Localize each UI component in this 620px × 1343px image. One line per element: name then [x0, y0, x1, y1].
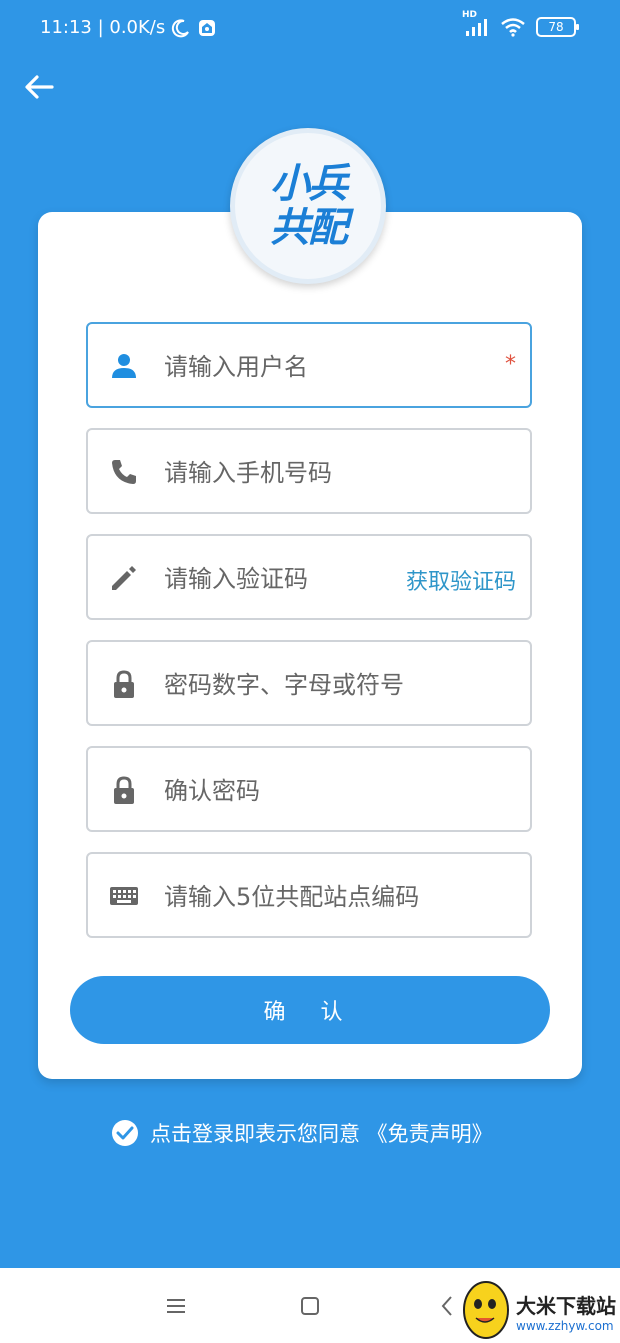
watermark: 大米下载站 www.zzhyw.com — [456, 1272, 620, 1343]
logo-line-1: 小兵 — [270, 161, 348, 207]
watermark-url: www.zzhyw.com — [516, 1319, 614, 1333]
required-mark: * — [505, 352, 516, 377]
phone-field[interactable] — [86, 428, 532, 514]
get-code-button[interactable]: 获取验证码 — [406, 564, 516, 596]
keyboard-icon — [110, 887, 138, 905]
status-time: 11:13 | 0.0K/s — [40, 17, 166, 38]
confirm-password-input[interactable] — [162, 768, 466, 814]
station-code-field[interactable] — [86, 852, 532, 938]
person-icon — [112, 354, 136, 378]
agreement-row[interactable]: 点击登录即表示您同意 《免责声明》 — [110, 1118, 493, 1148]
status-left: 11:13 | 0.0K/s — [40, 17, 217, 38]
confirm-button[interactable]: 确 认 — [70, 976, 550, 1044]
app-logo: 小兵 共配 — [230, 128, 386, 284]
verification-code-input[interactable] — [162, 556, 386, 602]
pencil-icon — [112, 566, 136, 590]
status-bar: 11:13 | 0.0K/s HD 78 — [0, 0, 620, 56]
egg-mascot-icon — [463, 1281, 509, 1339]
watermark-title: 大米下载站 — [516, 1294, 616, 1318]
check-circle-icon[interactable] — [110, 1118, 140, 1148]
lock-icon — [114, 670, 134, 698]
lock-icon — [114, 776, 134, 804]
wifi-icon — [501, 18, 525, 37]
status-right: HD 78 — [462, 10, 579, 38]
confirm-password-field[interactable] — [86, 746, 532, 832]
username-field[interactable]: * — [86, 322, 532, 408]
back-button[interactable] — [22, 70, 56, 104]
signal-icon: HD — [462, 10, 490, 38]
password-field[interactable] — [86, 640, 532, 726]
username-input[interactable] — [162, 344, 466, 390]
agreement-text[interactable]: 点击登录即表示您同意 《免责声明》 — [150, 1118, 493, 1148]
menu-icon — [167, 1299, 185, 1313]
shield-icon — [199, 19, 216, 36]
station-code-input[interactable] — [162, 874, 466, 920]
arrow-left-icon — [25, 75, 54, 99]
phone-icon — [112, 460, 136, 484]
phone-input[interactable] — [162, 450, 466, 496]
home-nav-button[interactable] — [296, 1292, 324, 1320]
battery-indicator: 78 — [536, 17, 579, 37]
menu-nav-button[interactable] — [162, 1292, 190, 1320]
verification-code-field[interactable]: 获取验证码 — [86, 534, 532, 620]
logo-line-2: 共配 — [270, 205, 348, 251]
square-icon — [301, 1297, 319, 1315]
moon-icon — [172, 18, 190, 37]
password-input[interactable] — [162, 662, 466, 708]
